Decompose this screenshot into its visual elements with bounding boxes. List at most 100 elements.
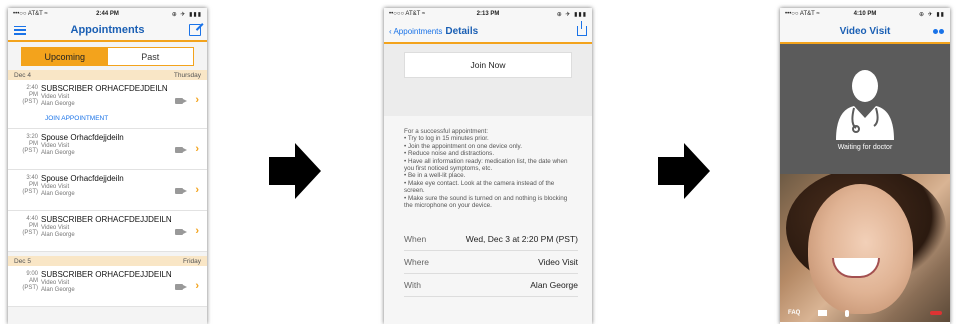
day-date: Dec 4 <box>14 71 31 79</box>
carrier-label: •••○○ AT&T ≈ <box>785 11 820 17</box>
video-camera-icon <box>175 284 187 290</box>
back-button[interactable]: ‹ Appointments <box>389 27 442 36</box>
patient-name: SUBSCRIBER ORHACFDEJJDEILN <box>41 270 172 279</box>
time-value: 4:40 <box>26 216 38 222</box>
tip-item: • Have all information ready: medication… <box>404 157 568 173</box>
patient-name: Spouse Orhacfdejjdeiln <box>41 174 124 183</box>
video-camera-icon <box>175 147 187 153</box>
clock-label: 2:13 PM <box>476 11 500 17</box>
chevron-right-icon: › <box>195 184 199 196</box>
detail-value: Alan George <box>530 280 578 290</box>
detail-key: With <box>404 280 421 290</box>
arrow-right-icon <box>658 143 710 199</box>
doctor-name: Alan George <box>41 232 75 238</box>
tips-section: For a successful appointment: • Try to l… <box>384 116 592 228</box>
nav-bar: Video Visit <box>780 20 950 44</box>
details-fields: When Wed, Dec 3 at 2:20 PM (PST) Where Vide… <box>384 228 592 297</box>
visit-type: Video Visit <box>41 225 70 231</box>
doctor-name: Alan George <box>41 101 75 107</box>
chevron-right-icon: › <box>195 143 199 155</box>
clock-label: 4:10 PM <box>853 11 877 17</box>
appointment-time: 2:40 PM (PST) <box>12 85 38 106</box>
waiting-status: Waiting for doctor <box>837 144 893 151</box>
appointment-row[interactable]: 4:40 PM (PST) SUBSCRIBER ORHACFDEJJDEILN Vid… <box>8 211 207 252</box>
visit-type: Video Visit <box>41 94 70 100</box>
appointments-screen: •••○○ AT&T ≈ 2:44 PM ⊕ ✈ ▮▮▮ Appointment… <box>8 8 207 324</box>
details-screen: ••○○○ AT&T ≈ 2:13 PM ⊕ ✈ ▮▮▮ ‹ Appointme… <box>384 8 592 324</box>
battery-icon: ⊕ ✈ ▮▮ <box>918 11 945 18</box>
join-appointment-link[interactable]: JOIN APPOINTMENT <box>45 115 108 122</box>
chevron-right-icon: › <box>195 94 199 106</box>
tip-item: • Try to log in 15 minutes prior. <box>404 135 489 143</box>
compose-icon[interactable] <box>189 24 201 36</box>
detail-row: When Wed, Dec 3 at 2:20 PM (PST) <box>404 228 578 251</box>
time-zone: (PST) <box>22 189 38 195</box>
chevron-right-icon: › <box>195 280 199 292</box>
appointment-row[interactable]: 9:00 AM (PST) SUBSCRIBER ORHACFDEJJDEILN Vid… <box>8 266 207 307</box>
day-weekday: Thursday <box>173 71 201 79</box>
tab-past[interactable]: Past <box>107 48 193 65</box>
time-value: 2:40 <box>26 85 38 91</box>
time-zone: (PST) <box>22 285 38 291</box>
visit-type: Video Visit <box>41 184 70 190</box>
detail-value: Wed, Dec 3 at 2:20 PM (PST) <box>465 234 578 244</box>
time-ampm: AM <box>29 278 38 284</box>
tab-upcoming[interactable]: Upcoming <box>22 48 108 65</box>
carrier-label: ••○○○ AT&T ≈ <box>389 11 426 17</box>
appointment-time: 3:20 PM (PST) <box>12 134 38 155</box>
day-date: Dec 5 <box>14 257 31 265</box>
time-zone: (PST) <box>22 230 38 236</box>
battery-icon: ⊕ ✈ ▮▮▮ <box>556 11 587 18</box>
visit-type: Video Visit <box>41 143 70 149</box>
patient-name: SUBSCRIBER ORHACFDEJJDEILN <box>41 215 172 224</box>
appointment-time: 4:40 PM (PST) <box>12 216 38 237</box>
time-zone: (PST) <box>22 99 38 105</box>
tip-item: • Be in a well-lit place. <box>404 172 466 180</box>
doctor-video-placeholder: Waiting for doctor <box>780 44 950 174</box>
clock-label: 2:44 PM <box>96 11 119 17</box>
time-zone: (PST) <box>22 148 38 154</box>
video-visit-screen: •••○○ AT&T ≈ 4:10 PM ⊕ ✈ ▮▮ Video Visit … <box>780 8 950 324</box>
patient-video: FAQ <box>780 174 950 322</box>
tips-intro: For a successful appointment: <box>404 128 488 135</box>
call-controls: FAQ <box>780 304 950 322</box>
segmented-control: Upcoming Past <box>21 47 194 66</box>
day-header: Dec 5 Friday <box>8 256 207 266</box>
page-title: Details <box>445 25 479 37</box>
appointment-row[interactable]: 2:40 PM (PST) SUBSCRIBER ORHACFDEJDEILN Vide… <box>8 80 207 129</box>
tip-item: • Reduce noise and distractions. <box>404 150 495 158</box>
join-now-button[interactable]: Join Now <box>404 52 572 78</box>
detail-row: With Alan George <box>404 274 578 297</box>
appointment-row[interactable]: 3:40 PM (PST) Spouse Orhacfdejjdeiln Video V… <box>8 170 207 211</box>
chevron-right-icon: › <box>195 225 199 237</box>
detail-value: Video Visit <box>538 257 578 267</box>
hang-up-icon[interactable] <box>930 311 942 315</box>
menu-icon[interactable] <box>14 25 26 35</box>
detail-key: Where <box>404 257 430 267</box>
nav-bar: ‹ Appointments Details <box>384 20 592 44</box>
status-bar: •••○○ AT&T ≈ 2:44 PM ⊕ ✈ ▮▮▮ <box>8 8 207 20</box>
carrier-label: •••○○ AT&T ≈ <box>13 11 48 17</box>
day-weekday: Friday <box>182 257 201 265</box>
camera-icon[interactable] <box>818 310 828 316</box>
doctor-name: Alan George <box>41 287 75 293</box>
status-bar: ••○○○ AT&T ≈ 2:13 PM ⊕ ✈ ▮▮▮ <box>384 8 592 20</box>
faq-button[interactable]: FAQ <box>788 310 800 316</box>
time-value: 3:40 <box>26 175 38 181</box>
appointment-list: Dec 4 Thursday 2:40 PM (PST) SUBSCRIBER ORHAC… <box>8 70 207 307</box>
share-icon[interactable] <box>577 21 587 36</box>
video-camera-icon <box>175 229 187 235</box>
tip-item: • Join the appointment on one device onl… <box>404 142 522 150</box>
visit-type: Video Visit <box>41 280 70 286</box>
microphone-icon[interactable] <box>845 309 850 317</box>
time-ampm: PM <box>29 141 38 147</box>
time-ampm: PM <box>29 223 38 229</box>
arrow-right-icon <box>269 143 321 199</box>
page-title: Video Visit <box>839 25 891 37</box>
join-panel: Join Now <box>384 44 592 116</box>
appointment-time: 3:40 PM (PST) <box>12 175 38 196</box>
tip-item: • Make eye contact. Look at the camera i… <box>404 179 555 195</box>
appointment-row[interactable]: 3:20 PM (PST) Spouse Orhacfdejjdeiln Video V… <box>8 129 207 170</box>
time-value: 3:20 <box>26 134 38 140</box>
doctor-icon <box>836 70 894 140</box>
